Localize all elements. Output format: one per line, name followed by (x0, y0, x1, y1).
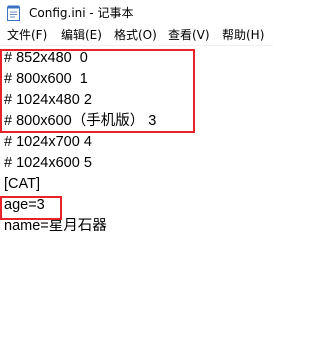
menu-format[interactable]: 格式(O) (114, 27, 157, 44)
notepad-window: Config.ini - 记事本 文件(F) 编辑(E) 格式(O) 查看(V)… (0, 0, 273, 350)
age-highlight-box (0, 196, 62, 220)
menu-view[interactable]: 查看(V) (168, 27, 210, 44)
notepad-app-icon (7, 5, 20, 21)
editor-line: # 1024x600 5 (4, 155, 92, 171)
title-bar[interactable]: Config.ini - 记事本 (0, 0, 273, 26)
menu-bar: 文件(F) 编辑(E) 格式(O) 查看(V) 帮助(H) (0, 26, 273, 45)
menu-help[interactable]: 帮助(H) (222, 27, 264, 44)
window-title: Config.ini - 记事本 (29, 6, 134, 20)
menu-file[interactable]: 文件(F) (7, 27, 47, 44)
resolution-highlight-box (0, 49, 195, 133)
editor-line: [CAT] (4, 176, 40, 192)
menu-edit[interactable]: 编辑(E) (61, 27, 102, 44)
editor-line: # 1024x700 4 (4, 134, 92, 150)
